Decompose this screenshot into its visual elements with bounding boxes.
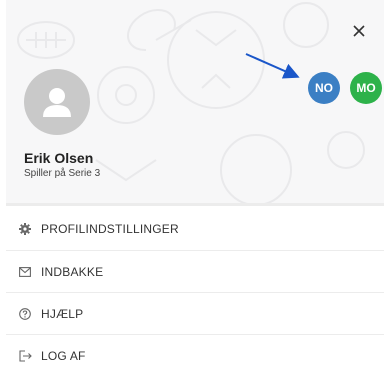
- user-name: Erik Olsen: [24, 150, 94, 166]
- menu-item-label: HJÆLP: [41, 306, 84, 321]
- menu-item-label: PROFILINDSTILLINGER: [41, 221, 179, 236]
- menu-item-help[interactable]: HJÆLP: [6, 293, 384, 335]
- team-badge-mo[interactable]: MO: [350, 72, 382, 104]
- section-divider: [6, 203, 384, 206]
- menu-item-logout[interactable]: LOG AF: [6, 335, 384, 377]
- menu-item-inbox[interactable]: INDBAKKE: [6, 251, 384, 293]
- menu-item-label: INDBAKKE: [41, 264, 104, 279]
- envelope-icon: [18, 265, 32, 279]
- close-button[interactable]: [348, 20, 370, 42]
- menu-item-label: LOG AF: [41, 349, 86, 363]
- help-circle-icon: [18, 307, 32, 321]
- profile-header: Erik Olsen Spiller på Serie 3 NO MO: [6, 0, 384, 205]
- profile-menu-panel: Erik Olsen Spiller på Serie 3 NO MO PROF…: [0, 0, 386, 376]
- gear-icon: [18, 222, 32, 236]
- user-subtitle: Spiller på Serie 3: [24, 168, 101, 179]
- menu-item-profile-settings[interactable]: PROFILINDSTILLINGER: [6, 207, 384, 251]
- team-badge-no[interactable]: NO: [308, 72, 340, 104]
- user-silhouette-icon: [43, 88, 71, 117]
- annotation-arrow: [245, 53, 300, 79]
- profile-menu: PROFILINDSTILLINGER INDBAKKE HJÆLP LOG A…: [6, 207, 384, 377]
- logout-icon: [18, 349, 32, 363]
- avatar[interactable]: [24, 69, 90, 135]
- close-icon: [353, 25, 365, 37]
